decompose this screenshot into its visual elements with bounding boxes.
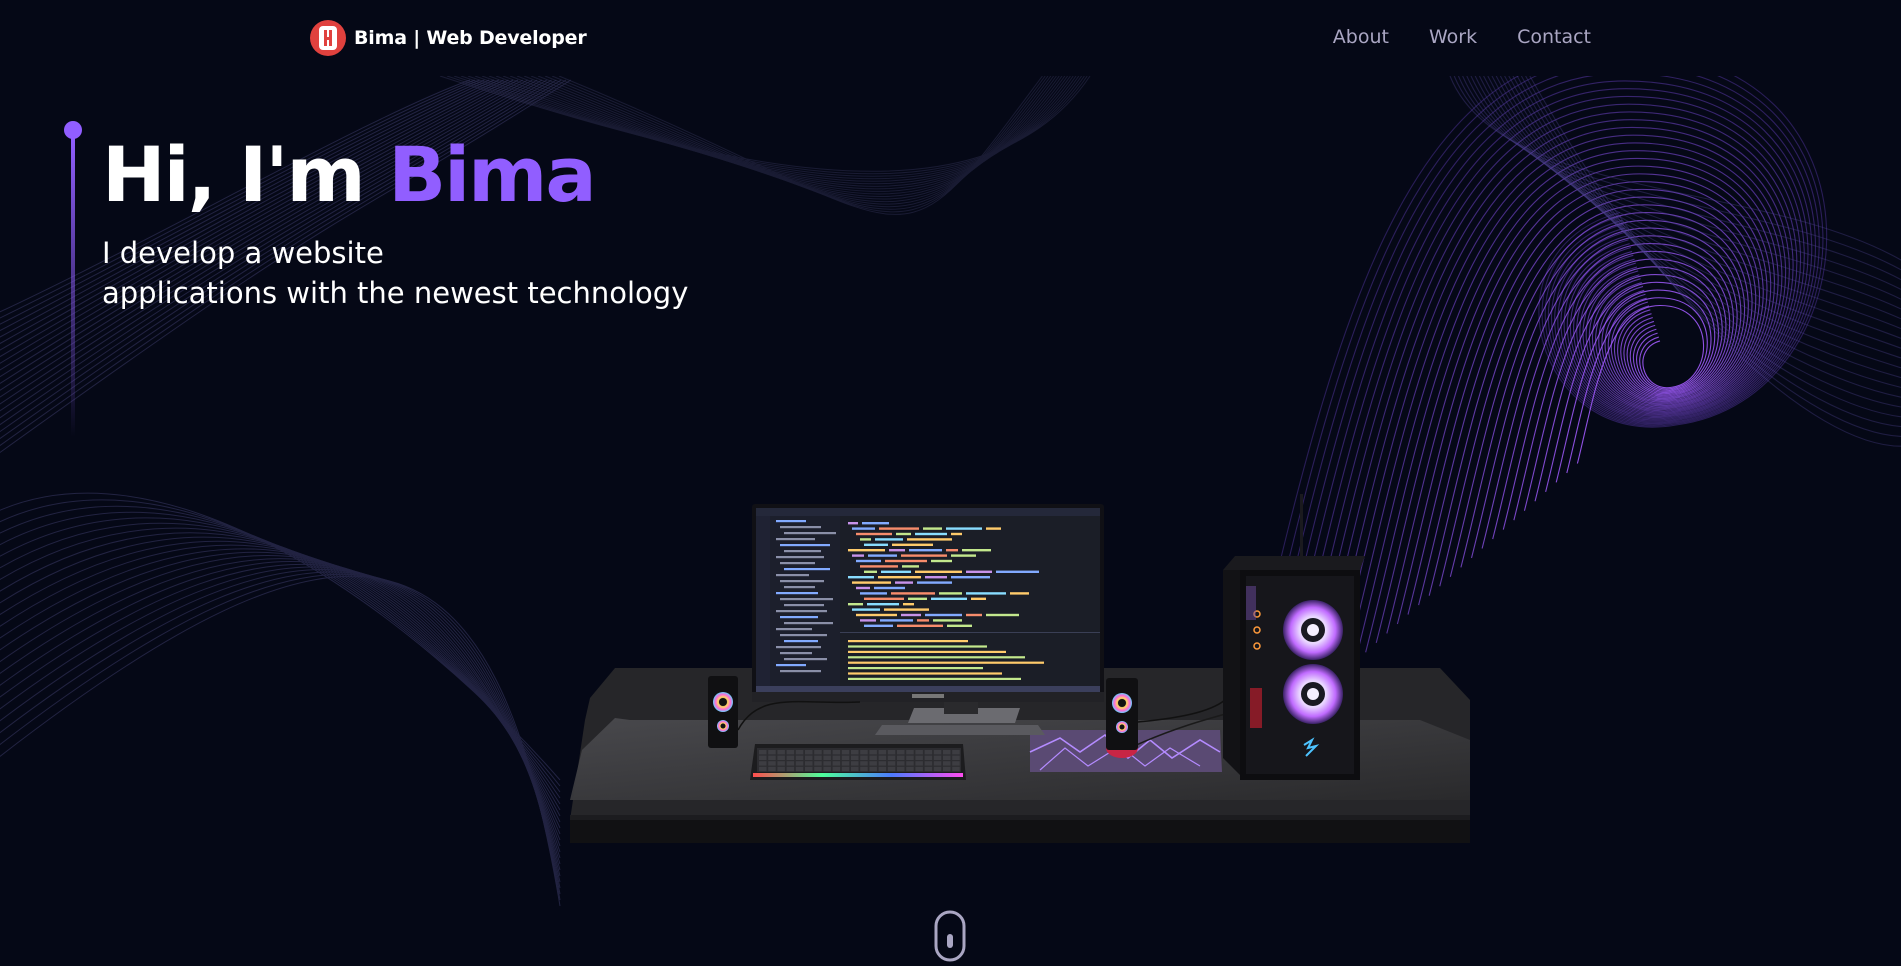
pc-antenna	[1300, 494, 1303, 560]
brand-title: Bima | Web Developer	[354, 27, 587, 49]
hero-subtitle: I develop a website applications with th…	[102, 233, 688, 313]
nav-link-work[interactable]: Work	[1429, 26, 1477, 48]
pc-case-top	[1223, 556, 1365, 570]
hero-subtitle-line-2: applications with the newest technology	[102, 276, 689, 310]
monitor-stand-base	[875, 725, 1045, 735]
nav-link-contact[interactable]: Contact	[1517, 26, 1591, 48]
hero-greeting: Hi, I'm	[102, 130, 389, 219]
brand-link[interactable]: Bima | Web Developer	[310, 20, 587, 56]
portfolio-page: Bima | Web Developer About Work Contact …	[0, 0, 1901, 966]
navbar: Bima | Web Developer About Work Contact	[0, 0, 1901, 76]
mouse-scroll-icon[interactable]	[934, 910, 966, 962]
hero-accent-line	[64, 121, 82, 437]
computer-desk-scene	[570, 494, 1470, 843]
hero-subtitle-line-1: I develop a website	[102, 236, 384, 270]
hero-title: Hi, I'm Bima	[102, 125, 597, 225]
nav-links: About Work Contact	[1333, 26, 1591, 48]
nav-link-about[interactable]: About	[1333, 26, 1389, 48]
right-speaker	[1106, 678, 1138, 750]
logo-icon	[310, 20, 346, 56]
hero-name: Bima	[388, 130, 596, 219]
